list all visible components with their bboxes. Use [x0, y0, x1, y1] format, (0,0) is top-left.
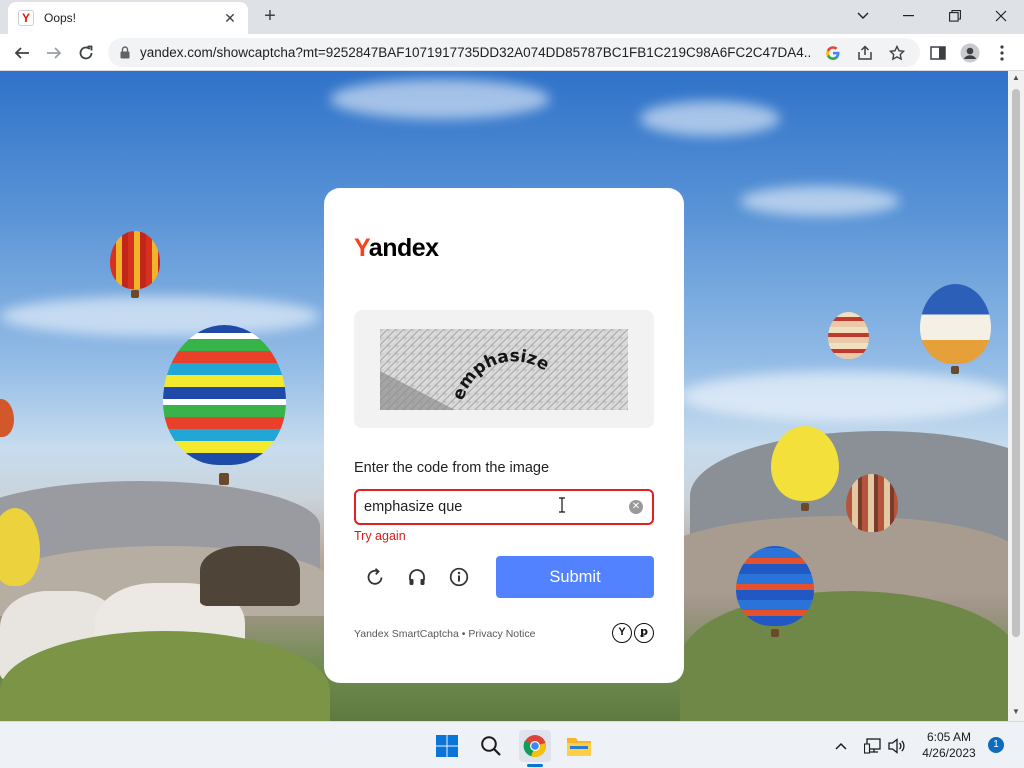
tab-title: Oops! [44, 11, 77, 25]
network-status[interactable] [863, 736, 883, 756]
cloud [640, 101, 780, 136]
error-message: Try again [354, 529, 406, 543]
captcha-image-container: emphasize queen [354, 310, 654, 428]
tab-strip: Y Oops! ✕ + [0, 0, 1024, 34]
new-tab-button[interactable]: + [258, 5, 282, 29]
file-explorer-button[interactable] [563, 730, 595, 762]
notification-badge[interactable]: 1 [988, 737, 1004, 753]
close-icon [995, 10, 1007, 22]
balloon-basket [801, 503, 809, 511]
footer-logos: Y ꝑ [612, 623, 654, 643]
back-icon [14, 47, 29, 59]
sidebar-icon[interactable] [928, 43, 948, 63]
address-bar[interactable]: yandex.com/showcaptcha?mt=9252847BAF1071… [108, 38, 920, 67]
hot-air-balloon [0, 399, 14, 437]
smartcaptcha-logo-icon: ꝑ [634, 623, 654, 643]
logo-rest: andex [368, 234, 439, 262]
close-icon[interactable]: ✕ [222, 10, 238, 27]
reload-icon [79, 45, 93, 60]
network-icon [864, 738, 881, 754]
captcha-input[interactable] [356, 491, 616, 523]
yandex-logo: Yandex [354, 234, 439, 263]
minimize-button[interactable] [886, 0, 932, 32]
balloon-basket [951, 366, 959, 374]
start-button[interactable] [431, 730, 463, 762]
captcha-image: emphasize queen [380, 329, 628, 410]
taskbar: 6:05 AM 4/26/2023 1 [0, 721, 1024, 768]
menu-icon[interactable] [992, 43, 1012, 63]
hot-air-balloon [736, 546, 814, 626]
clock-date: 4/26/2023 [922, 746, 976, 760]
url-text: yandex.com/showcaptcha?mt=9252847BAF1071… [140, 45, 810, 60]
tray-overflow[interactable] [831, 736, 851, 756]
profile-icon[interactable] [960, 43, 980, 63]
info-button[interactable] [446, 564, 472, 590]
logo-letter: Y [354, 234, 369, 262]
file-explorer-icon [567, 738, 591, 756]
scroll-up-arrow[interactable]: ▲ [1008, 71, 1024, 85]
chevron-down-icon [857, 12, 869, 19]
chrome-taskbar-button[interactable] [519, 730, 551, 762]
scroll-down-arrow[interactable]: ▼ [1008, 705, 1024, 719]
windows-start-icon [436, 735, 458, 757]
back-button[interactable] [9, 40, 35, 66]
cloud [0, 296, 320, 336]
captcha-prompt: Enter the code from the image [354, 460, 550, 476]
chevron-up-icon [835, 742, 847, 750]
audio-button[interactable] [404, 564, 430, 590]
clear-icon[interactable]: ✕ [629, 500, 643, 514]
captcha-card: Yandex emphasize queen Enter the code fr… [324, 188, 684, 683]
cloud [330, 79, 550, 119]
submit-button[interactable]: Submit [496, 556, 654, 598]
hot-air-balloon [920, 284, 991, 364]
balloon-basket [771, 629, 779, 637]
scroll-thumb[interactable] [1012, 89, 1020, 637]
page-scrollbar[interactable]: ▲ ▼ [1008, 71, 1024, 721]
forward-icon [47, 47, 62, 59]
browser-tab[interactable]: Y Oops! ✕ [8, 2, 248, 34]
footer-links[interactable]: Yandex SmartCaptcha • Privacy Notice [354, 628, 535, 640]
refresh-icon [367, 568, 383, 585]
tab-search-button[interactable] [840, 0, 886, 32]
forward-button[interactable] [41, 40, 67, 66]
chrome-icon [523, 735, 546, 758]
info-icon [449, 567, 469, 587]
search-button[interactable] [475, 730, 507, 762]
cloud [740, 186, 900, 216]
share-icon[interactable] [856, 44, 874, 62]
reload-button[interactable] [73, 40, 99, 66]
system-clock[interactable]: 6:05 AM 4/26/2023 [914, 729, 984, 761]
volume-icon [888, 738, 905, 754]
hot-air-balloon [771, 426, 839, 501]
close-window-button[interactable] [978, 0, 1024, 32]
volume-control[interactable] [887, 736, 907, 756]
clock-time: 6:05 AM [926, 730, 972, 744]
hot-air-balloon [110, 231, 160, 289]
balloon-basket [219, 473, 229, 485]
mountain [660, 516, 1008, 596]
restore-icon [949, 10, 961, 22]
captcha-input-container: ✕ [354, 489, 654, 525]
valley [680, 591, 1008, 721]
google-icon[interactable] [824, 44, 842, 62]
hot-air-balloon [846, 474, 898, 532]
restore-button[interactable] [932, 0, 978, 32]
cloud [680, 371, 1008, 421]
star-icon[interactable] [888, 44, 906, 62]
search-icon [481, 736, 501, 756]
browser-toolbar: yandex.com/showcaptcha?mt=9252847BAF1071… [0, 34, 1024, 71]
headphones-icon [409, 569, 425, 585]
rock-formation [200, 546, 300, 606]
hot-air-balloon [828, 312, 869, 359]
yandex-favicon: Y [18, 10, 34, 26]
yandex-logo-icon: Y [612, 623, 632, 643]
refresh-button[interactable] [362, 564, 388, 590]
minimize-icon [903, 15, 914, 17]
hot-air-balloon [163, 325, 286, 465]
balloon-basket [131, 290, 139, 298]
lock-icon [120, 46, 130, 59]
active-app-indicator [527, 764, 543, 767]
text-cursor-icon [559, 497, 565, 513]
